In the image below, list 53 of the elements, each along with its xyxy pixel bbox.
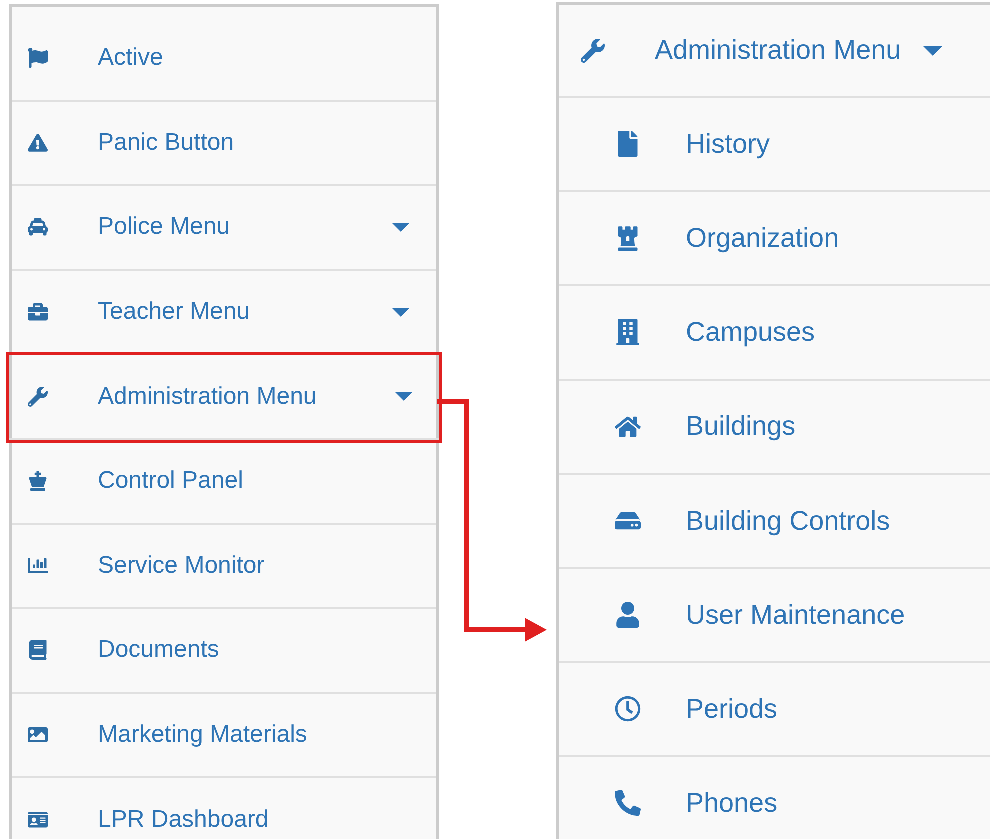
menu-item[interactable]: Teacher Menu	[12, 270, 436, 356]
building-icon	[615, 319, 641, 346]
menu-item[interactable]: Control Panel	[12, 440, 436, 525]
menu-label: Service Monitor	[98, 550, 266, 581]
menu-item[interactable]: LPR Dashboard	[12, 778, 436, 839]
submenu-item[interactable]: Periods	[559, 663, 990, 758]
menu-label: Periods	[686, 692, 778, 726]
clock-icon	[615, 696, 641, 722]
wrench-icon	[28, 386, 48, 407]
warning-icon	[28, 132, 48, 153]
menu-item[interactable]: Administration Menu	[9, 355, 439, 440]
menu-item[interactable]: Documents	[12, 609, 436, 694]
submenu-item[interactable]: Phones	[559, 757, 990, 839]
menu-label: History	[686, 128, 770, 161]
menu-label: Building Controls	[686, 504, 890, 538]
chess-piece-icon	[28, 471, 48, 492]
menu-label: Marketing Materials	[98, 720, 308, 750]
submenu-item[interactable]: Buildings	[559, 380, 990, 475]
menu-label: Documents	[98, 635, 220, 666]
menu-label: Active	[98, 43, 164, 74]
image-icon	[28, 725, 48, 746]
menu-item[interactable]: Panic Button	[12, 102, 436, 186]
user-icon	[615, 602, 641, 628]
menu-label: User Maintenance	[686, 598, 906, 632]
menu-label: Panic Button	[98, 128, 236, 158]
menu-item[interactable]: Police Menu	[12, 186, 436, 271]
menu-label: LPR Dashboard	[98, 804, 270, 835]
menu-label: Campuses	[686, 316, 816, 350]
submenu-item[interactable]: History	[559, 98, 990, 192]
phone-icon	[615, 790, 641, 816]
submenu-title: Administration Menu	[655, 34, 902, 68]
menu-item[interactable]: Marketing Materials	[12, 694, 436, 778]
menu-label: Phones	[686, 787, 778, 820]
briefcase-icon	[28, 302, 48, 322]
car-icon	[28, 217, 48, 238]
bar-chart-icon	[28, 556, 48, 576]
menu-item[interactable]: Service Monitor	[12, 524, 436, 610]
submenu-item[interactable]: Building Controls	[559, 474, 990, 569]
book-icon	[28, 640, 48, 660]
menu-label: Administration Menu	[98, 382, 318, 412]
wrench-icon	[581, 38, 605, 62]
flag-icon	[28, 48, 48, 68]
menu-item[interactable]: Active	[12, 17, 436, 102]
menu-label: Organization	[686, 222, 840, 256]
submenu-item[interactable]: User Maintenance	[559, 568, 990, 664]
id-card-icon	[28, 810, 48, 830]
submenu-item[interactable]: Campuses	[559, 286, 990, 381]
menu-label: Police Menu	[98, 212, 232, 242]
menu-label: Control Panel	[98, 466, 244, 496]
submenu-header[interactable]: Administration Menu	[559, 5, 990, 98]
submenu-item[interactable]: Organization	[559, 192, 990, 286]
menu-label: Teacher Menu	[98, 297, 252, 328]
menu-label: Buildings	[686, 410, 796, 444]
